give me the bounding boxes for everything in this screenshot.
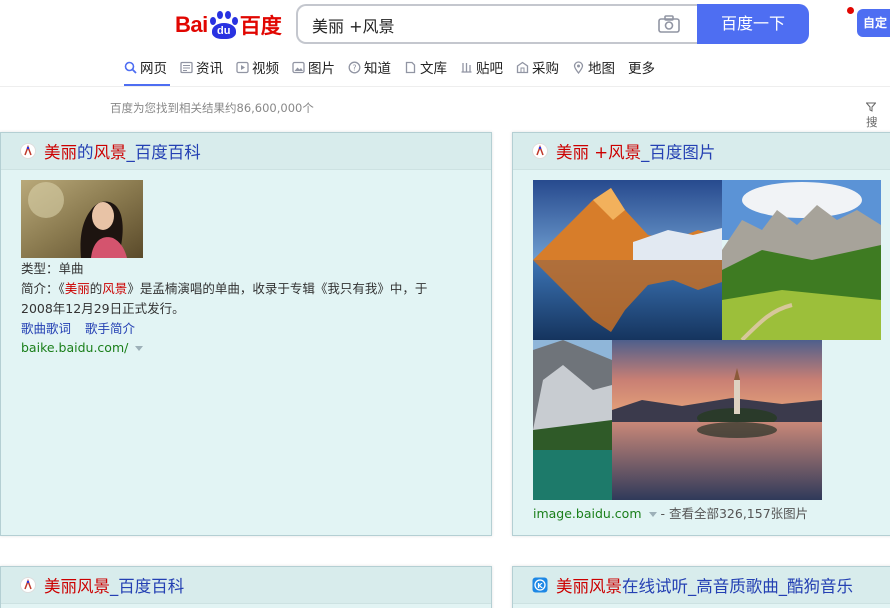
tab-images[interactable]: 图片: [292, 56, 335, 78]
tab-label: 网页: [140, 61, 167, 77]
map-pin-icon: [573, 60, 584, 74]
search-box: [296, 4, 698, 44]
tab-caigou[interactable]: 采购: [516, 56, 559, 78]
source-url-text[interactable]: image.baidu.com: [533, 506, 642, 521]
search-icon: [124, 61, 137, 74]
singer-photo[interactable]: [21, 180, 143, 258]
svg-text:K: K: [537, 582, 543, 590]
search-input[interactable]: [312, 14, 642, 36]
source-url-text: baike.baidu.com/: [21, 340, 129, 355]
tieba-icon: [461, 62, 472, 73]
baidu-logo[interactable]: Bai du 百度: [175, 9, 282, 41]
result-title-link[interactable]: 美丽风景_百度百科: [44, 573, 184, 597]
tab-label: 地图: [588, 61, 615, 77]
video-icon: [236, 61, 249, 73]
tab-wenku[interactable]: 文库: [404, 56, 447, 78]
title-text: 的: [77, 143, 94, 162]
tab-map[interactable]: 地图: [572, 56, 615, 78]
landscape-thumbnail[interactable]: [722, 180, 881, 340]
tab-tieba[interactable]: 贴吧: [460, 56, 503, 78]
intro-keyword: 美丽: [64, 281, 90, 296]
tab-label: 贴吧: [476, 61, 503, 77]
tab-label: 视频: [252, 61, 279, 77]
tab-label: 图片: [308, 61, 335, 77]
image-icon: [292, 61, 305, 73]
result-title-link[interactable]: 美丽风景在线试听_高音质歌曲_酷狗音乐: [556, 573, 853, 597]
header-divider: [0, 86, 890, 87]
tab-label: 资讯: [196, 61, 223, 77]
tab-webpage[interactable]: 网页: [124, 56, 167, 78]
tab-label: 更多: [628, 61, 655, 77]
tools-label: 搜: [866, 115, 878, 129]
view-all-link[interactable]: - 查看全部326,157张图片: [657, 506, 808, 521]
baike-icon: [20, 577, 36, 593]
filter-icon: [865, 102, 877, 112]
baike-sublinks: 歌曲歌词 歌手简介: [21, 318, 145, 337]
svg-text:?: ?: [352, 63, 356, 72]
search-button[interactable]: 百度一下: [697, 4, 809, 44]
tab-news[interactable]: 资讯: [180, 56, 223, 78]
title-keyword: 美丽风景: [44, 577, 110, 596]
intro-keyword: 风景: [102, 281, 128, 296]
landscape-thumbnail[interactable]: [533, 180, 722, 340]
title-text: _百度百科: [110, 577, 185, 596]
result-title-link[interactable]: 美丽 +风景_百度图片: [556, 139, 715, 163]
image-source-footer: image.baidu.com - 查看全部326,157张图片: [533, 503, 808, 522]
intro-line: 简介：《美丽的风景》是孟楠演唱的单曲，收录于专辑《我只有我》中，于: [21, 279, 427, 299]
landscape-thumbnail[interactable]: [612, 340, 822, 500]
search-tools[interactable]: 搜: [865, 100, 890, 130]
title-keyword: 美丽: [44, 143, 77, 162]
tab-more[interactable]: 更多: [628, 56, 655, 78]
tab-zhidao[interactable]: ? 知道: [348, 56, 391, 78]
kugou-icon: K: [532, 577, 548, 593]
result-card-baike-2: 美丽风景_百度百科: [0, 566, 492, 608]
result-card-images: 美丽 +风景_百度图片 image.baidu.com - 查看全部326,15…: [512, 132, 890, 536]
camera-icon[interactable]: [658, 15, 680, 33]
tab-label: 文库: [420, 61, 447, 77]
notification-dot: [847, 7, 854, 14]
card-header: 美丽风景_百度百科: [1, 567, 491, 604]
result-card-baike: 美丽的风景_百度百科 类型：单曲 简介：《美丽的风景》是孟楠演唱的单曲，收录于专…: [0, 132, 492, 536]
document-icon: [405, 61, 416, 73]
tab-label: 采购: [532, 61, 559, 77]
logo-text-right: 百度: [239, 15, 282, 38]
shop-icon: [516, 61, 529, 73]
result-card-kugou: K 美丽风景在线试听_高音质歌曲_酷狗音乐: [512, 566, 890, 608]
source-url: baike.baidu.com/: [21, 340, 144, 355]
card-header: K 美丽风景在线试听_高音质歌曲_酷狗音乐: [513, 567, 890, 604]
customize-button[interactable]: 自定: [857, 9, 890, 37]
card-header: 美丽的风景_百度百科: [1, 133, 491, 170]
title-keyword: 美丽: [556, 143, 589, 162]
title-text: _百度百科: [126, 143, 201, 162]
intro-text: 简介：《: [21, 281, 65, 296]
intro-line-2: 2008年12月29日正式发行。: [21, 301, 185, 316]
tab-video[interactable]: 视频: [236, 56, 279, 78]
logo-text-left: Bai: [175, 12, 208, 37]
search-tabs: 网页 资讯 视频 图片 ? 知道 文库 贴吧 采购 地图 更多: [124, 56, 668, 86]
landscape-thumbnail[interactable]: [533, 340, 612, 500]
intro-text: 》是孟楠演唱的单曲，收录于专辑《我只有我》中，于: [127, 281, 428, 296]
result-title-link[interactable]: 美丽的风景_百度百科: [44, 139, 201, 163]
title-text: _百度图片: [641, 143, 716, 162]
chevron-down-icon[interactable]: [648, 512, 657, 517]
singer-intro-link[interactable]: 歌手简介: [85, 321, 135, 336]
title-keyword: 美丽风景: [556, 577, 622, 596]
baike-icon: [20, 143, 36, 159]
baike-icon: [532, 143, 548, 159]
type-line: 类型：单曲: [21, 261, 84, 276]
logo-paw-text: du: [211, 23, 236, 39]
title-keyword: 风景: [93, 143, 127, 162]
lyrics-link[interactable]: 歌曲歌词: [21, 321, 71, 336]
title-text: 在线试听_高音质歌曲_酷狗音乐: [622, 577, 853, 596]
result-count: 百度为您找到相关结果约86,600,000个: [110, 101, 314, 115]
tab-label: 知道: [364, 61, 391, 77]
paw-icon: du: [209, 11, 239, 39]
intro-text: 的: [89, 281, 103, 296]
news-icon: [180, 61, 193, 73]
question-icon: ?: [348, 61, 361, 73]
title-keyword: +风景: [589, 143, 642, 162]
card-header: 美丽 +风景_百度图片: [513, 133, 890, 170]
chevron-down-icon[interactable]: [135, 346, 144, 351]
